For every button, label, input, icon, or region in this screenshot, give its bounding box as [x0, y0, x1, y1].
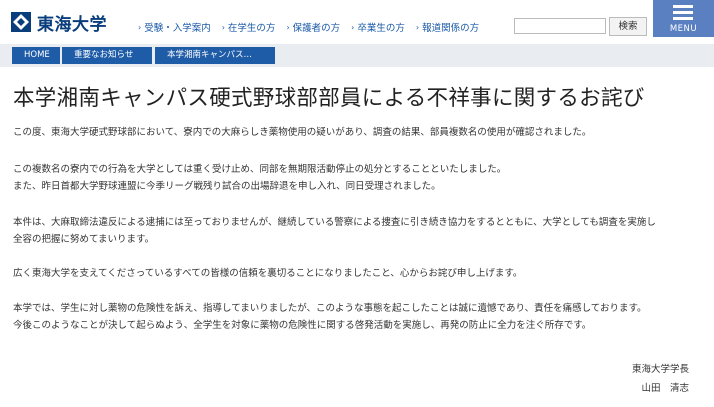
breadcrumb-current-page: 本学湘南キャンパス… [155, 47, 275, 64]
global-nav: › 受験・入学案内 › 在学生の方 › 保護者の方 › 卒業生の方 › 報道関係の方 [138, 20, 490, 35]
page: 東海大学 › 受験・入学案内 › 在学生の方 › 保護者の方 › 卒業生の方 › 報道関係… [0, 0, 714, 407]
article-paragraph-3: 本件は、大麻取締法違反による逮捕には至っておりませんが、継続している警察による捜… [13, 217, 656, 245]
signature-block: 東海大学学長 山田 清志 [632, 360, 689, 398]
chevron-right-icon: › [138, 22, 142, 32]
search-input[interactable] [514, 18, 606, 34]
university-emblem-icon [11, 12, 31, 32]
breadcrumb-home[interactable]: HOME [12, 47, 60, 64]
menu-button[interactable]: MENU [653, 0, 714, 37]
logo-text: 東海大学 [37, 14, 107, 35]
site-logo[interactable]: 東海大学 [10, 10, 107, 35]
page-title: 本学湘南キャンパス硬式野球部部員による不祥事に関するお詫び [13, 86, 645, 111]
chevron-right-icon: › [415, 22, 420, 32]
nav-item-admissions[interactable]: › 受験・入学案内 [138, 20, 211, 35]
chevron-right-icon: › [221, 22, 225, 32]
article-paragraph-1: この度、東海大学硬式野球部において、寮内での大麻らしき薬物使用の疑いがあり、調査… [13, 127, 592, 138]
chevron-right-icon: › [351, 22, 355, 32]
breadcrumb: HOME 重要なお知らせ 本学湘南キャンパス… [0, 44, 714, 67]
nav-item-students[interactable]: › 在学生の方 [221, 20, 276, 35]
article-paragraph-5: 本学では、学生に対し薬物の危険性を訴え、指導してまいりましたが、このような事態を… [13, 303, 647, 331]
chevron-right-icon: › [286, 22, 290, 32]
hamburger-icon [673, 5, 693, 23]
article-paragraph-4: 広く東海大学を支えてくださっているすべての皆様の信頼を裏切ることになりましたこと… [13, 268, 523, 279]
nav-item-alumni[interactable]: › 卒業生の方 [351, 20, 405, 35]
signature-name: 山田 清志 [641, 383, 689, 394]
menu-label: MENU [669, 24, 698, 34]
article-paragraph-2: この複数名の寮内での行為を大学としては重く受け止め、同部を無期限活動停止の処分と… [13, 164, 507, 192]
site-header: 東海大学 › 受験・入学案内 › 在学生の方 › 保護者の方 › 卒業生の方 › 報道関係… [0, 0, 714, 44]
nav-item-press[interactable]: › 報道関係の方 [415, 20, 479, 35]
signature-position: 東海大学学長 [631, 364, 689, 375]
breadcrumb-important-notices[interactable]: 重要なお知らせ [62, 47, 152, 64]
search-button[interactable]: 検索 [609, 17, 647, 36]
nav-item-parents[interactable]: › 保護者の方 [286, 20, 340, 35]
